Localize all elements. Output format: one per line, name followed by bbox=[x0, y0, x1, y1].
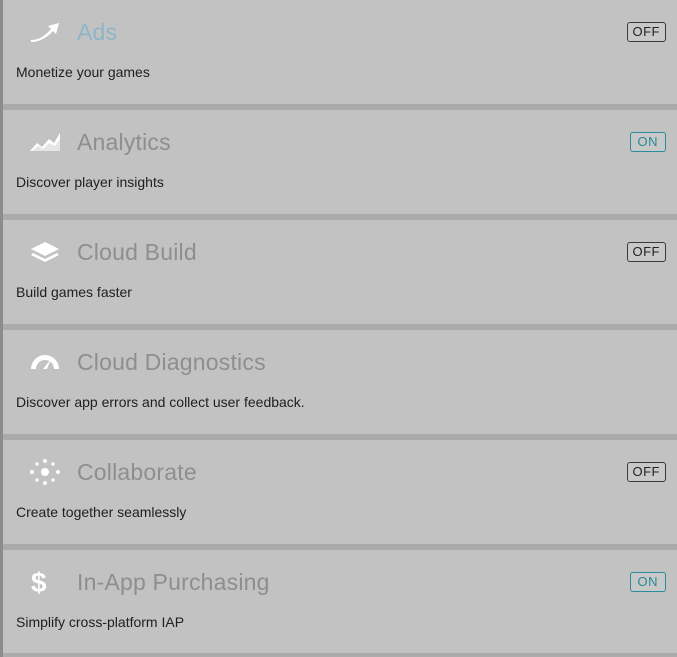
service-title-row: Ads bbox=[29, 18, 117, 46]
service-ads[interactable]: Ads Monetize your games OFF bbox=[3, 0, 677, 104]
analytics-toggle-button[interactable]: ON bbox=[629, 132, 666, 152]
analytics-chart-icon bbox=[29, 128, 63, 156]
service-in-app-purchasing[interactable]: $ In-App Purchasing Simplify cross-platf… bbox=[3, 550, 677, 653]
service-description: Build games faster bbox=[16, 284, 132, 300]
collaborate-network-icon bbox=[29, 458, 63, 486]
service-description: Discover player insights bbox=[16, 174, 164, 190]
service-description: Discover app errors and collect user fee… bbox=[16, 394, 305, 410]
service-title: Ads bbox=[77, 18, 118, 45]
ads-toggle-button[interactable]: OFF bbox=[626, 22, 666, 42]
dollar-icon: $ bbox=[29, 568, 63, 596]
service-title: Analytics bbox=[77, 128, 171, 155]
service-cloud-diagnostics[interactable]: Cloud Diagnostics Discover app errors an… bbox=[3, 330, 677, 434]
service-title: Collaborate bbox=[77, 458, 197, 485]
service-title-row: $ In-App Purchasing bbox=[29, 568, 270, 596]
collaborate-toggle-button[interactable]: OFF bbox=[626, 462, 666, 482]
ads-arrow-icon bbox=[29, 18, 63, 46]
service-cloud-build[interactable]: Cloud Build Build games faster OFF bbox=[3, 220, 677, 324]
service-description: Monetize your games bbox=[16, 64, 150, 80]
service-title: Cloud Build bbox=[77, 238, 197, 265]
service-title: Cloud Diagnostics bbox=[77, 348, 266, 375]
service-title: In-App Purchasing bbox=[77, 568, 270, 595]
service-title-row: Analytics bbox=[29, 128, 171, 156]
service-title-row: Collaborate bbox=[29, 458, 197, 486]
service-analytics[interactable]: Analytics Discover player insights ON bbox=[3, 110, 677, 214]
service-title-row: Cloud Diagnostics bbox=[29, 348, 266, 376]
cloud-diagnostics-gauge-icon bbox=[29, 348, 63, 376]
service-description: Create together seamlessly bbox=[16, 504, 187, 520]
service-description: Simplify cross-platform IAP bbox=[16, 614, 185, 630]
cloud-build-layers-icon bbox=[29, 238, 63, 266]
svg-text:$: $ bbox=[31, 568, 47, 596]
cloud-build-toggle-button[interactable]: OFF bbox=[626, 242, 666, 262]
services-panel: Ads Monetize your games OFF Analytics Di… bbox=[0, 0, 677, 657]
service-title-row: Cloud Build bbox=[29, 238, 197, 266]
service-collaborate[interactable]: Collaborate Create together seamlessly O… bbox=[3, 440, 677, 544]
iap-toggle-button[interactable]: ON bbox=[629, 572, 666, 592]
